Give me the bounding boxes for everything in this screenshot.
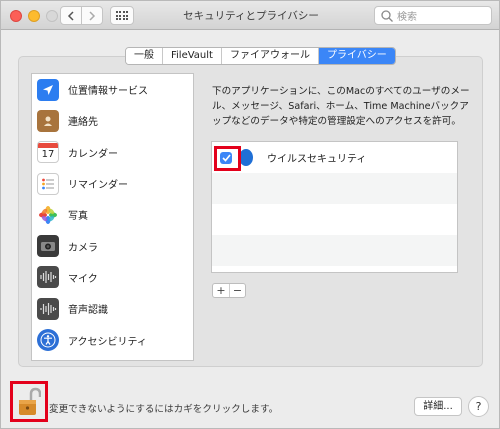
add-remove-control: + −	[212, 283, 246, 298]
contacts-book-icon	[37, 109, 59, 132]
app-list: ウイルスセキュリティ	[211, 141, 458, 273]
zoom-window-button[interactable]	[46, 10, 58, 22]
sidebar-item-contacts[interactable]: 連絡先	[32, 105, 193, 136]
app-name: ウイルスセキュリティ	[267, 154, 367, 165]
empty-row	[212, 173, 457, 204]
sidebar-item-calendar[interactable]: 17 カレンダー	[32, 137, 193, 168]
microphone-waveform-icon	[37, 266, 59, 289]
advanced-details-button[interactable]: 詳細...	[414, 397, 462, 416]
grid-icon	[115, 11, 129, 20]
forward-button[interactable]	[81, 6, 103, 25]
speech-waveform-icon	[37, 297, 59, 320]
preferences-window: セキュリティとプライバシー 検索 一般 FileVault ファイアウォール プ…	[0, 0, 500, 429]
search-placeholder: 検索	[397, 12, 417, 23]
unlocked-padlock-icon	[19, 387, 41, 415]
sidebar-item-photos[interactable]: 写真	[32, 199, 193, 230]
chevron-left-icon	[67, 10, 74, 21]
location-arrow-icon	[37, 78, 59, 101]
camera-icon	[37, 235, 59, 258]
title-bar: セキュリティとプライバシー 検索	[1, 1, 499, 30]
add-app-button[interactable]: +	[213, 284, 229, 297]
lock-hint-text: 変更できないようにするにはカギをクリックします。	[49, 404, 279, 415]
sidebar-item-reminders[interactable]: リマインダー	[32, 168, 193, 199]
tab-privacy[interactable]: プライバシー	[318, 48, 395, 64]
accessibility-icon	[37, 329, 59, 352]
privacy-category-list: 位置情報サービス 連絡先 17 カレンダー リマインダー 写真 カメラ マイク …	[31, 73, 194, 361]
sidebar-item-label: カメラ	[68, 242, 98, 254]
back-button[interactable]	[60, 6, 82, 25]
sidebar-item-location-services[interactable]: 位置情報サービス	[32, 74, 193, 105]
sidebar-item-speech-recognition[interactable]: 音声認識	[32, 293, 193, 324]
search-icon	[381, 9, 393, 22]
photos-icon	[37, 203, 59, 226]
sidebar-item-label: アクセシビリティ	[68, 336, 147, 348]
sidebar-item-label: 写真	[68, 211, 88, 223]
chevron-right-icon	[89, 10, 96, 21]
help-button[interactable]: ?	[468, 396, 489, 417]
sidebar-item-accessibility[interactable]: アクセシビリティ	[32, 324, 193, 355]
empty-row	[212, 235, 457, 266]
sidebar-item-label: 位置情報サービス	[68, 86, 148, 98]
empty-row	[212, 204, 457, 235]
tab-filevault[interactable]: FileVault	[163, 48, 222, 64]
reminders-icon	[37, 172, 59, 195]
sidebar-item-label: カレンダー	[68, 148, 118, 160]
remove-app-button[interactable]: −	[229, 284, 245, 297]
minimize-window-button[interactable]	[28, 10, 40, 22]
list-item[interactable]: ウイルスセキュリティ	[212, 142, 457, 173]
app-access-checkbox[interactable]	[220, 151, 232, 164]
sidebar-item-camera[interactable]: カメラ	[32, 230, 193, 261]
sidebar-item-label: 音声認識	[68, 305, 108, 317]
checkmark-icon	[221, 153, 231, 162]
tab-general[interactable]: 一般	[126, 48, 163, 64]
lock-button[interactable]	[14, 385, 44, 418]
calendar-icon: 17	[37, 141, 59, 164]
tab-firewall[interactable]: ファイアウォール	[221, 48, 319, 64]
sidebar-item-label: リマインダー	[68, 180, 128, 192]
sidebar-item-label: マイク	[68, 273, 98, 285]
app-icon	[239, 149, 253, 166]
sidebar-item-label: 連絡先	[68, 117, 98, 129]
privacy-description: 下のアプリケーションに、このMacのすべてのユーザのメール、メッセージ、Safa…	[212, 86, 470, 127]
sidebar-item-microphone[interactable]: マイク	[32, 262, 193, 293]
show-all-button[interactable]	[110, 6, 134, 25]
window-title: セキュリティとプライバシー	[183, 10, 319, 22]
search-field[interactable]: 検索	[374, 6, 492, 25]
tab-bar: 一般 FileVault ファイアウォール プライバシー	[125, 47, 396, 65]
close-window-button[interactable]	[10, 10, 22, 22]
